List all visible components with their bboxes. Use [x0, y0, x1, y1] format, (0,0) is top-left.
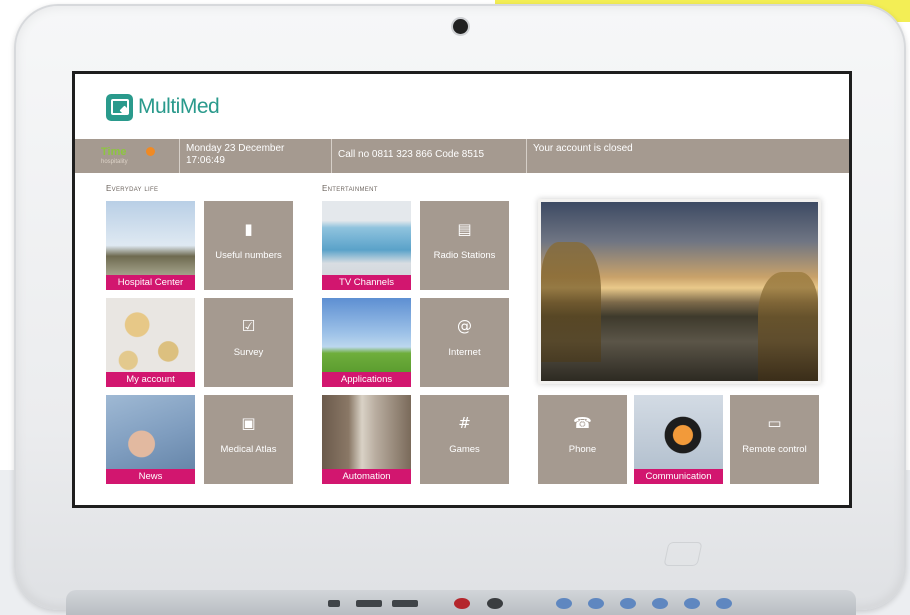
- brand-tagline: hospitality: [101, 159, 128, 165]
- tile-medical-atlas[interactable]: ▣ Medical Atlas: [204, 395, 293, 484]
- at-sign-icon: @: [457, 317, 472, 335]
- address-book-icon: ▮: [244, 220, 253, 238]
- datetime-display: Monday 23 December 17:06:49: [180, 139, 332, 173]
- tile-useful-numbers[interactable]: ▮ Useful numbers: [204, 201, 293, 290]
- section-entertainment: Entertainment: [322, 184, 378, 193]
- tile-label: Radio Stations: [433, 250, 496, 261]
- tile-label: Phone: [568, 444, 597, 455]
- trees-left: [541, 242, 601, 362]
- hardware-button[interactable]: [556, 598, 572, 609]
- tile-label: Medical Atlas: [220, 444, 277, 455]
- usb-port: [356, 600, 382, 607]
- tile-label: Survey: [233, 347, 264, 358]
- featured-landscape-photo: [538, 199, 821, 384]
- brand-flower-icon: [146, 147, 155, 156]
- usb-port: [392, 600, 418, 607]
- tile-label: Communication: [634, 469, 723, 484]
- sunset-lake-image: [541, 202, 818, 381]
- tile-label: Remote control: [742, 444, 807, 455]
- brand-name: Time: [101, 146, 127, 158]
- screen-bezel: MultiMed Time hospitality Monday 23 Dece…: [72, 71, 852, 508]
- camera-lens: [453, 19, 468, 34]
- app-name: MultiMed: [138, 95, 220, 118]
- telephone-icon: ☎: [573, 414, 592, 432]
- radio-icon: ▤: [457, 220, 472, 238]
- tile-automation[interactable]: Automation: [322, 395, 411, 484]
- checkbox-icon: ☑: [241, 317, 256, 335]
- tile-label: Applications: [322, 372, 411, 387]
- multimed-logo-icon: [106, 93, 133, 121]
- tile-tv-channels[interactable]: TV Channels: [322, 201, 411, 290]
- tile-label: My account: [106, 372, 195, 387]
- tile-phone[interactable]: ☎ Phone: [538, 395, 627, 484]
- tile-my-account[interactable]: My account: [106, 298, 195, 387]
- account-status: Your account is closed: [533, 143, 633, 154]
- hardware-button[interactable]: [652, 598, 668, 609]
- app-display: MultiMed Time hospitality Monday 23 Dece…: [75, 74, 849, 505]
- tv-icon: ▭: [767, 414, 782, 432]
- hashtag-grid-icon: #: [458, 414, 471, 432]
- time-text: 17:06:49: [186, 155, 225, 166]
- tile-hospital-center[interactable]: Hospital Center: [106, 201, 195, 290]
- medical-book-icon: ▣: [241, 414, 256, 432]
- brand-badge: Time hospitality: [75, 139, 180, 173]
- tile-label: News: [106, 469, 195, 484]
- tile-label: TV Channels: [322, 275, 411, 290]
- card-reader-icon: [663, 542, 703, 566]
- tile-news[interactable]: News: [106, 395, 195, 484]
- app-logo: MultiMed: [106, 91, 220, 123]
- section-everyday-life: Everyday life: [106, 184, 159, 193]
- hardware-button[interactable]: [716, 598, 732, 609]
- tile-remote-control[interactable]: ▭ Remote control: [730, 395, 819, 484]
- hardware-button[interactable]: [487, 598, 503, 609]
- tile-communication[interactable]: Communication: [634, 395, 723, 484]
- tile-label: Useful numbers: [215, 250, 282, 261]
- tile-internet[interactable]: @ Internet: [420, 298, 509, 387]
- tile-label: Automation: [322, 469, 411, 484]
- power-button[interactable]: [454, 598, 470, 609]
- tile-games[interactable]: # Games: [420, 395, 509, 484]
- trees-right: [758, 272, 818, 381]
- hardware-button[interactable]: [684, 598, 700, 609]
- status-bar: Time hospitality Monday 23 December 17:0…: [75, 139, 849, 173]
- call-info: Call no 0811 323 866 Code 8515: [332, 139, 527, 173]
- tile-label: Hospital Center: [106, 275, 195, 290]
- tile-applications[interactable]: Applications: [322, 298, 411, 387]
- tile-label: Games: [449, 444, 480, 455]
- tile-label: Internet: [448, 347, 481, 358]
- hardware-button[interactable]: [620, 598, 636, 609]
- tile-survey[interactable]: ☑ Survey: [204, 298, 293, 387]
- device-port: [328, 600, 340, 607]
- date-text: Monday 23 December: [186, 143, 285, 154]
- tile-radio-stations[interactable]: ▤ Radio Stations: [420, 201, 509, 290]
- hardware-button[interactable]: [588, 598, 604, 609]
